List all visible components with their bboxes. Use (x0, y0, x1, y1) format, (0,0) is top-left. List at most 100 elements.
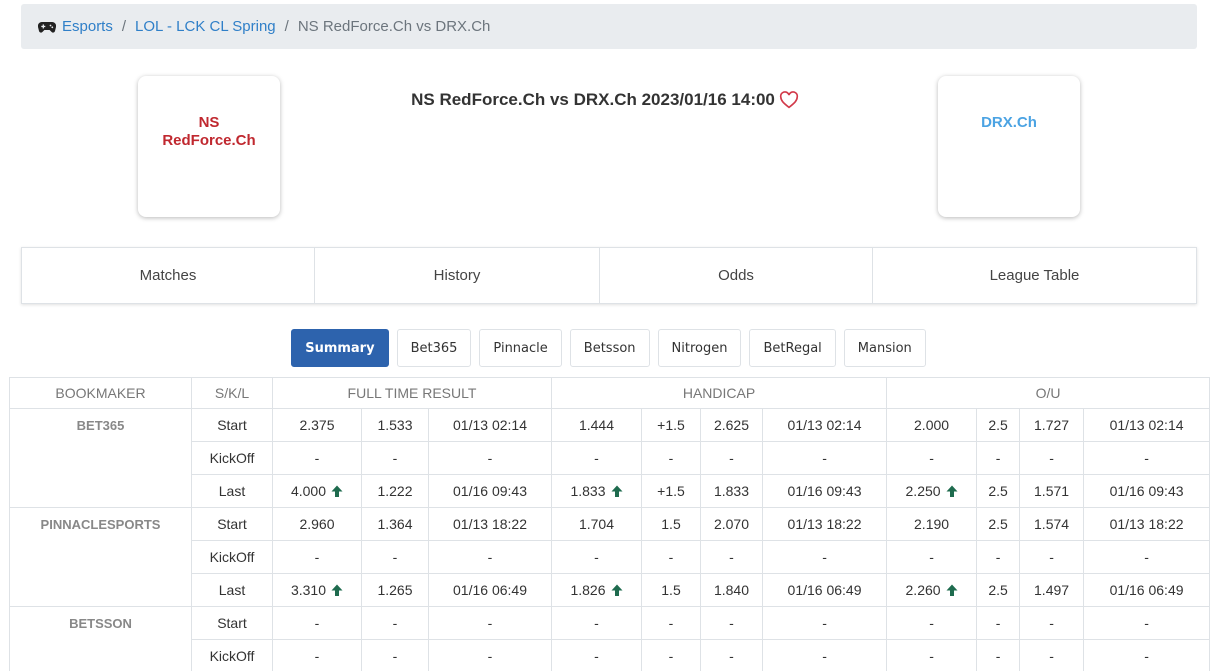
odds-value: - (929, 648, 934, 664)
odds-cell: - (272, 540, 362, 574)
odds-cell: - (1019, 441, 1085, 475)
bookmaker-button-pinnacle[interactable]: Pinnacle (479, 329, 562, 367)
odds-value: - (1144, 549, 1149, 565)
odds-cell: - (361, 606, 429, 640)
odds-value: - (314, 648, 320, 664)
match-tabs: Matches History Odds League Table (21, 247, 1197, 304)
odds-value: 1.497 (1034, 582, 1070, 598)
bookmaker-button-summary[interactable]: Summary (291, 329, 389, 367)
odds-cell: 01/16 06:49 (428, 573, 552, 607)
odds-cell: 01/13 18:22 (428, 507, 552, 541)
odds-cell: - (641, 639, 701, 671)
away-team-card[interactable]: DRX.Ch (938, 76, 1080, 217)
odds-cell: 01/16 09:43 (761, 474, 888, 508)
odds-value: 01/13 02:14 (453, 417, 527, 433)
odds-value: 01/16 06:49 (453, 582, 527, 598)
odds-cell: - (886, 639, 978, 671)
bookmaker-button-nitrogen[interactable]: Nitrogen (657, 329, 742, 367)
odds-value: - (668, 549, 674, 565)
odds-cell: - (272, 441, 362, 475)
odds-cell: 01/13 02:14 (1083, 408, 1211, 442)
odds-value: - (668, 615, 674, 631)
heart-icon[interactable] (779, 91, 799, 109)
odds-value: - (1049, 615, 1054, 631)
odds-cell: 2.190 (886, 507, 978, 541)
odds-value: - (995, 648, 1001, 664)
odds-cell: - (1083, 540, 1211, 574)
odds-cell: - (1019, 639, 1085, 671)
row-stage-label: KickOff (191, 540, 273, 574)
odds-cell: 2.5 (976, 408, 1021, 442)
odds-cell: 2.960 (272, 507, 362, 541)
odds-cell: 1.727 (1019, 408, 1085, 442)
breadcrumb-link-league[interactable]: LOL - LCK CL Spring (135, 18, 276, 35)
bookmaker-button-mansion[interactable]: Mansion (843, 329, 926, 367)
odds-value: - (314, 450, 320, 466)
odds-value: - (1144, 648, 1149, 664)
table-row: BETSSON Start - - - - - - - - - - - (9, 606, 1211, 671)
odds-cell: 01/16 09:43 (428, 474, 552, 508)
odds-cell: 2.375 (272, 408, 362, 442)
match-title: NS RedForce.Ch vs DRX.Ch 2023/01/16 14:0… (300, 90, 910, 110)
odds-value: 1.5 (661, 582, 681, 598)
odds-cell: - (641, 606, 701, 640)
odds-value: 1.222 (377, 483, 413, 499)
odds-cell: 1.497 (1019, 573, 1085, 607)
odds-value: - (594, 615, 599, 631)
header-full-time-result: FULL TIME RESULT (272, 377, 552, 409)
odds-value: - (487, 549, 493, 565)
odds-value: 01/16 06:49 (1109, 582, 1184, 598)
odds-cell: - (272, 639, 362, 671)
odds-cell: 1.826 (551, 573, 642, 607)
odds-value: 1.833 (713, 483, 750, 499)
odds-value: - (314, 615, 320, 631)
arrow-up-icon (946, 485, 958, 497)
odds-value: - (729, 450, 734, 466)
odds-value: 01/13 02:14 (787, 417, 862, 433)
bookmaker-button-betsson[interactable]: Betsson (569, 329, 650, 367)
row-stage-label: Start (191, 606, 273, 640)
odds-cell: 01/13 02:14 (428, 408, 552, 442)
bookmaker-name: PINNACLESPORTS (9, 507, 192, 607)
odds-value: 4.000 (290, 483, 327, 499)
odds-value: 1.571 (1034, 483, 1070, 499)
odds-value: 01/16 09:43 (453, 483, 527, 499)
odds-cell: 1.833 (700, 474, 763, 508)
bookmaker-button-betregal[interactable]: BetRegal (749, 329, 836, 367)
odds-value: 1.840 (713, 582, 750, 598)
odds-value: - (929, 549, 934, 565)
odds-value: 01/16 09:43 (1109, 483, 1184, 499)
tab-odds[interactable]: Odds (600, 248, 873, 303)
bookmaker-name: BETSSON (9, 606, 192, 671)
tab-league-table[interactable]: League Table (873, 248, 1196, 303)
odds-cell: - (361, 639, 429, 671)
odds-value: 01/16 09:43 (787, 483, 862, 499)
odds-cell: - (761, 441, 888, 475)
odds-cell: - (551, 639, 642, 671)
odds-value: - (594, 648, 599, 664)
odds-table: BOOKMAKER S/K/L FULL TIME RESULT HANDICA… (9, 377, 1211, 671)
odds-value: - (822, 549, 827, 565)
bookmaker-button-bet365[interactable]: Bet365 (396, 329, 472, 367)
odds-value: 01/13 02:14 (1109, 417, 1184, 433)
odds-cell: - (428, 540, 552, 574)
odds-value: 2.5 (988, 483, 1008, 499)
breadcrumb-link-esports[interactable]: Esports (62, 18, 113, 35)
tab-history[interactable]: History (315, 248, 600, 303)
arrow-up-icon (331, 584, 343, 596)
odds-value: 2.5 (988, 417, 1008, 433)
odds-cell: - (976, 639, 1021, 671)
tab-matches[interactable]: Matches (22, 248, 315, 303)
odds-cell: +1.5 (641, 408, 701, 442)
odds-value: 2.260 (905, 582, 941, 598)
odds-value: 2.190 (914, 516, 950, 532)
odds-cell: 1.840 (700, 573, 763, 607)
odds-cell: - (361, 441, 429, 475)
odds-value: 2.5 (988, 516, 1008, 532)
odds-value: - (487, 450, 493, 466)
odds-cell: - (1083, 639, 1211, 671)
home-team-card[interactable]: NS RedForce.Ch (138, 76, 280, 217)
odds-value: - (1049, 450, 1054, 466)
odds-cell: - (641, 441, 701, 475)
odds-value: - (995, 450, 1001, 466)
